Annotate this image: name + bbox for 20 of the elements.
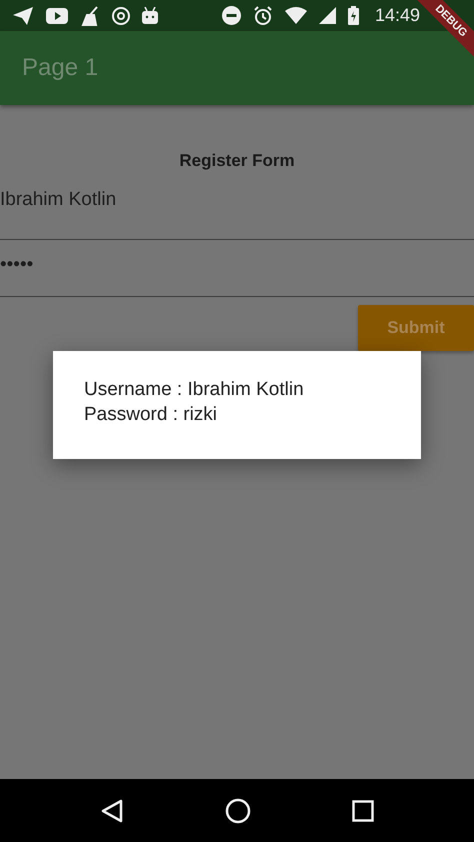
disc-icon bbox=[112, 6, 130, 24]
wifi-icon bbox=[284, 7, 307, 24]
dialog-text: Password : rizki bbox=[84, 403, 218, 427]
alarm-icon bbox=[252, 6, 273, 26]
form-heading: Register Form bbox=[178, 151, 296, 171]
send-icon bbox=[12, 6, 34, 26]
page-title: Page 1 bbox=[22, 54, 98, 82]
recents-icon[interactable] bbox=[352, 800, 374, 822]
play-icon bbox=[46, 8, 68, 24]
clock-time: 14:49 bbox=[374, 5, 420, 26]
back-icon[interactable] bbox=[100, 798, 124, 822]
robot-icon bbox=[142, 6, 158, 24]
dialog-text: Username : Ibrahim Kotlin bbox=[84, 378, 305, 402]
do-not-disturb-icon bbox=[222, 6, 241, 25]
username-field[interactable]: Ibrahim Kotlin bbox=[0, 177, 474, 240]
password-field[interactable]: ••••• bbox=[0, 240, 474, 297]
home-icon[interactable] bbox=[224, 798, 251, 824]
battery-icon bbox=[348, 6, 359, 25]
broom-icon bbox=[80, 6, 100, 26]
signal-icon bbox=[318, 7, 336, 24]
